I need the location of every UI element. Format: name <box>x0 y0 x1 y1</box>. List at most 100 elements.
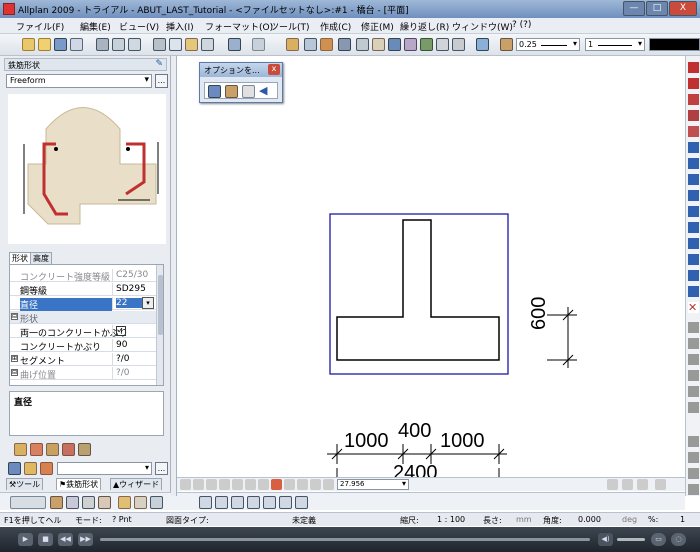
palette-icon[interactable] <box>356 38 369 51</box>
layout-4-icon[interactable] <box>655 479 666 490</box>
rebar-library-icon[interactable] <box>14 443 27 456</box>
menu-edit[interactable]: 編集(E) <box>80 20 111 33</box>
more-button[interactable]: ... <box>155 74 168 88</box>
settings-icon[interactable] <box>40 462 53 475</box>
section-icon[interactable] <box>688 174 699 185</box>
property-steel-grade[interactable]: 鋼等級 SD295 <box>10 283 160 297</box>
view-3d-icon[interactable] <box>310 479 321 490</box>
layer-icon[interactable] <box>304 38 317 51</box>
wall-icon[interactable] <box>388 38 401 51</box>
diameter-dropdown-button[interactable]: ▾ <box>142 297 154 309</box>
track-icon[interactable] <box>98 496 111 509</box>
ruler-icon[interactable] <box>286 38 299 51</box>
offset-icon[interactable] <box>263 496 276 509</box>
options-close-button[interactable]: x <box>268 64 280 75</box>
pointer-icon[interactable] <box>688 386 699 397</box>
menu-modify[interactable]: 修正(M) <box>361 20 394 33</box>
rebar-delete-icon[interactable] <box>62 443 75 456</box>
scrollbar-thumb[interactable] <box>158 275 163 335</box>
pen-thickness-select[interactable]: 0.25 ▾ <box>516 38 580 51</box>
collapse-icon[interactable]: ⊟ <box>11 313 18 320</box>
shape-select[interactable]: Freeform ▾ <box>6 74 152 88</box>
rebar-tool-icon[interactable] <box>688 62 699 73</box>
tab-wizard[interactable]: ▲ウィザード <box>110 478 163 490</box>
image-icon[interactable] <box>372 38 385 51</box>
grid-snap-icon[interactable] <box>199 496 212 509</box>
angle-icon[interactable] <box>688 436 699 447</box>
new-file-icon[interactable] <box>22 38 35 51</box>
rebar-set-icon[interactable] <box>688 110 699 121</box>
property-diameter[interactable]: 直径 22 ▾ <box>10 297 160 311</box>
preview-icon[interactable] <box>112 38 125 51</box>
sigma-icon[interactable] <box>688 468 699 479</box>
cut-icon[interactable] <box>153 38 166 51</box>
seek-bar[interactable] <box>100 538 590 541</box>
dimension-icon[interactable] <box>688 158 699 169</box>
minimize-button[interactable]: — <box>623 1 645 16</box>
menu-help[interactable]: ? (?) <box>512 20 531 30</box>
delete-icon[interactable]: ✕ <box>688 302 699 313</box>
menu-insert[interactable]: 挿入(I) <box>166 20 194 33</box>
file-manager-icon[interactable] <box>70 38 83 51</box>
rebar-edit-icon[interactable] <box>46 443 59 456</box>
menu-file[interactable]: ファイル(F) <box>16 20 64 33</box>
maximize-button[interactable]: □ <box>646 1 668 16</box>
pen-tool-icon[interactable] <box>688 322 699 333</box>
menu-format[interactable]: フォーマット(O) <box>205 20 273 33</box>
next-view-icon[interactable] <box>258 479 269 490</box>
legend-icon[interactable] <box>688 238 699 249</box>
snap-icon[interactable] <box>66 496 79 509</box>
tab-advanced[interactable]: 高度 <box>30 252 52 264</box>
label-icon[interactable] <box>688 142 699 153</box>
volume-slider[interactable] <box>617 538 645 541</box>
pen-icon[interactable] <box>500 38 513 51</box>
table-icon[interactable] <box>225 85 238 98</box>
close-button[interactable]: X <box>669 1 697 16</box>
polar-icon[interactable] <box>247 496 260 509</box>
tools-select[interactable]: ▾ <box>57 462 152 475</box>
scrollbar[interactable] <box>156 265 163 385</box>
zoom-in-icon[interactable] <box>193 479 204 490</box>
rebar-bend-icon[interactable] <box>688 78 699 89</box>
menu-create[interactable]: 作成(C) <box>320 20 351 33</box>
property-concrete-grade[interactable]: コンクリート強度等級 C25/30 <box>10 269 160 283</box>
tab-shape[interactable]: 形状 <box>9 252 31 264</box>
rotate-icon[interactable] <box>150 496 163 509</box>
forward-icon[interactable]: ▶▶ <box>78 533 93 546</box>
tools-more-button[interactable]: ... <box>155 462 168 475</box>
pin-icon[interactable]: ✎ <box>155 59 163 69</box>
rebar-add-icon[interactable] <box>30 443 43 456</box>
rebar-place-icon[interactable] <box>688 126 699 137</box>
stop-icon[interactable]: ■ <box>38 533 53 546</box>
menu-view[interactable]: ビュー(V) <box>119 20 159 33</box>
play-icon[interactable]: ▶ <box>18 533 33 546</box>
property-segment[interactable]: ⊞ セグメント ?/0 <box>10 353 160 367</box>
object-icon[interactable] <box>404 38 417 51</box>
property-uniform-cover[interactable]: 両一のコンクリートかぶり ✓ <box>10 325 160 339</box>
folder-icon[interactable] <box>24 462 37 475</box>
schedule-icon[interactable] <box>688 286 699 297</box>
snap-tool-icon[interactable] <box>688 370 699 381</box>
line-type-select[interactable]: 1 ▾ <box>585 38 645 51</box>
filter-icon[interactable] <box>688 402 699 413</box>
clipboard-icon[interactable] <box>201 38 214 51</box>
input-mode-icon[interactable] <box>10 496 46 509</box>
more-options-icon[interactable] <box>295 496 308 509</box>
layout-icon[interactable] <box>688 222 699 233</box>
redo-icon[interactable] <box>252 38 265 51</box>
layout-2-icon[interactable] <box>622 479 633 490</box>
navigator-icon[interactable] <box>436 38 449 51</box>
rotate-view-icon[interactable] <box>284 479 295 490</box>
view-icon[interactable] <box>688 190 699 201</box>
comment-icon[interactable]: ◌ <box>671 533 686 546</box>
zoom-icon[interactable] <box>476 38 489 51</box>
tab-rebar-shape[interactable]: ⚑鉄筋形状 <box>56 478 102 490</box>
arrow-left-icon[interactable]: ◀ <box>259 85 272 98</box>
volume-icon[interactable]: ◀) <box>598 533 613 546</box>
pan-icon[interactable] <box>180 479 191 490</box>
copy-icon[interactable] <box>169 38 182 51</box>
model-icon[interactable] <box>420 38 433 51</box>
menu-tools[interactable]: ツール(T) <box>270 20 310 33</box>
mesh-icon[interactable] <box>688 206 699 217</box>
undo-icon[interactable] <box>228 38 241 51</box>
